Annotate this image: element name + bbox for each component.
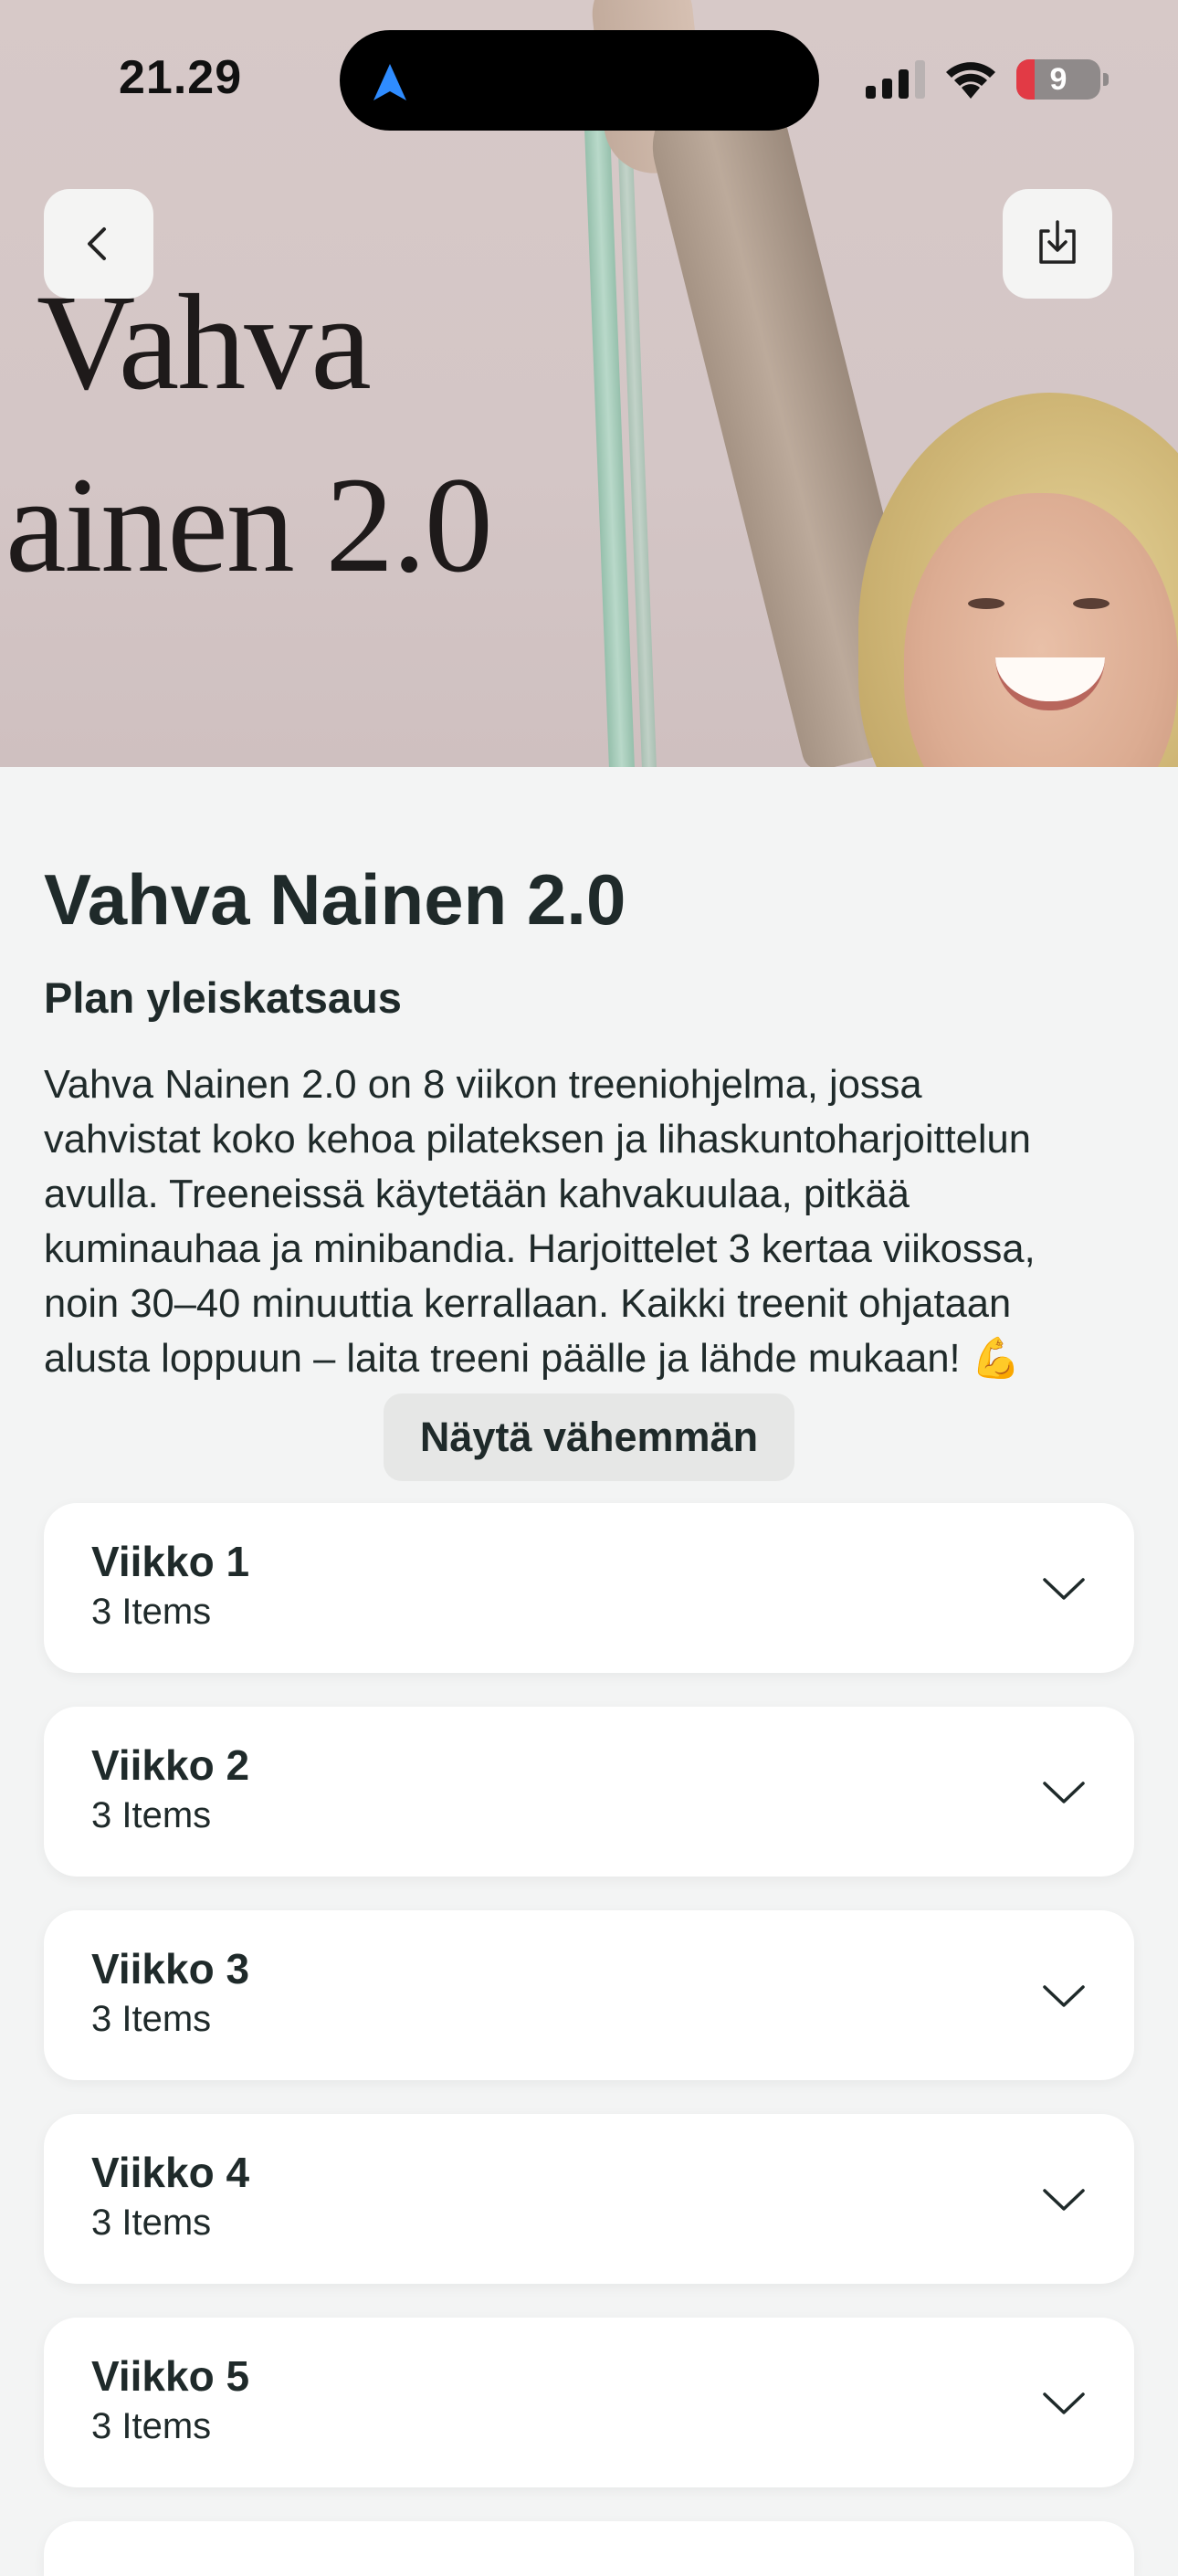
week-title: Viikko 4 (91, 2149, 250, 2196)
battery-tip (1103, 73, 1109, 86)
status-time: 21.29 (119, 51, 243, 104)
show-less-button[interactable]: Näytä vähemmän (384, 1393, 794, 1481)
chevron-down-icon (1043, 1782, 1085, 1803)
week-card-5[interactable]: Viikko 5 3 Items (44, 2318, 1134, 2487)
chevron-down-icon (1043, 1985, 1085, 2007)
wifi-icon (946, 62, 995, 99)
cellular-signal-icon (866, 60, 925, 99)
location-arrow-icon (373, 64, 406, 100)
week-title: Viikko 1 (91, 1538, 250, 1585)
battery-icon: 9 (1016, 59, 1100, 100)
week-title: Viikko 3 (91, 1945, 250, 1992)
download-button[interactable] (1003, 189, 1112, 299)
plan-description: Vahva Nainen 2.0 on 8 viikon treeniohjel… (44, 1057, 1134, 1386)
week-title: Viikko 2 (91, 1741, 250, 1789)
chevron-down-icon (1043, 2392, 1085, 2414)
description-line: noin 30–40 minuuttia kerrallaan. Kaikki … (44, 1282, 1012, 1326)
hero-eye-right (1073, 598, 1110, 609)
description-line: alusta loppuun – laita treeni päälle ja … (44, 1337, 1021, 1381)
chevron-down-icon (1043, 1578, 1085, 1600)
week-title: Viikko 5 (91, 2352, 250, 2400)
description-line: vahvistat koko kehoa pilateksen ja lihas… (44, 1118, 1031, 1162)
week-item-count: 3 Items (91, 1592, 212, 1632)
week-list: Viikko 1 3 Items Viikko 2 3 Items Viikko… (44, 1503, 1134, 2576)
chevron-left-icon (88, 227, 106, 260)
week-item-count: 3 Items (91, 1795, 212, 1835)
chevron-down-icon (1043, 2189, 1085, 2211)
description-line: avulla. Treeneissä käytetään kahvakuulaa… (44, 1172, 910, 1216)
week-card-4[interactable]: Viikko 4 3 Items (44, 2114, 1134, 2284)
week-card-1[interactable]: Viikko 1 3 Items (44, 1503, 1134, 1673)
download-icon (1039, 220, 1076, 264)
overview-heading: Plan yleiskatsaus (44, 973, 402, 1022)
week-card-3[interactable]: Viikko 3 3 Items (44, 1910, 1134, 2080)
hero-eye-left (968, 598, 1004, 609)
page-title: Vahva Nainen 2.0 (44, 859, 626, 940)
description-line: Vahva Nainen 2.0 on 8 viikon treeniohjel… (44, 1063, 922, 1107)
week-card-2[interactable]: Viikko 2 3 Items (44, 1707, 1134, 1877)
description-line: kuminauhaa ja minibandia. Harjoittelet 3… (44, 1227, 1036, 1271)
week-card-6-partial[interactable] (44, 2521, 1134, 2576)
dynamic-island (340, 30, 819, 131)
week-item-count: 3 Items (91, 1999, 212, 2039)
back-button[interactable] (44, 189, 153, 299)
week-item-count: 3 Items (91, 2406, 212, 2446)
week-item-count: 3 Items (91, 2203, 212, 2243)
battery-level: 9 (1049, 62, 1068, 97)
hero-title-line2: ainen 2.0 (5, 449, 493, 601)
